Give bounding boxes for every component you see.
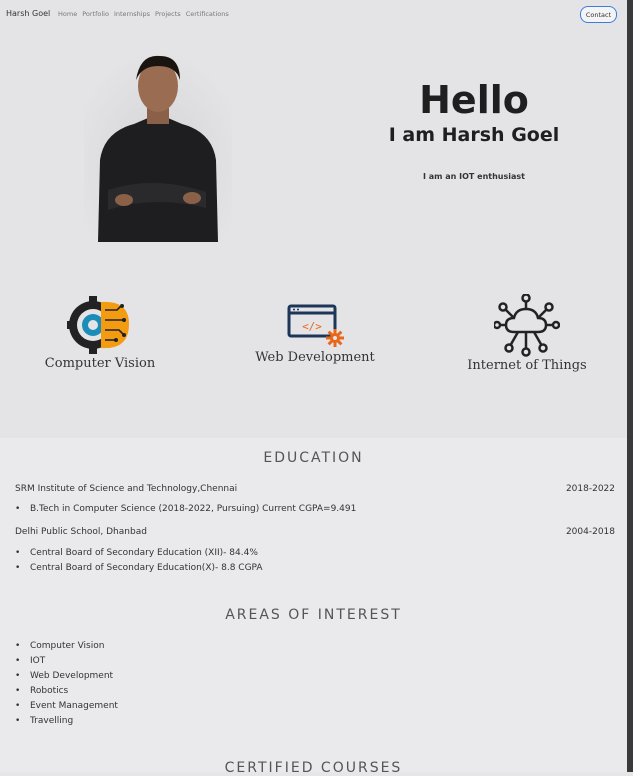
list-item: Event Management [15, 699, 118, 714]
content-section: EDUCATION SRM Institute of Science and T… [0, 438, 627, 776]
list-item: Central Board of Secondary Education(X)-… [15, 561, 263, 576]
skill-web-development: </> Web Development [248, 300, 382, 365]
computer-vision-icon [67, 296, 129, 354]
hero-section: Hello I am Harsh Goel I am an IOT enthus… [0, 28, 627, 438]
list-item: Central Board of Secondary Education (XI… [15, 546, 263, 561]
education-entry: SRM Institute of Science and Technology,… [15, 484, 615, 494]
education-years: 2018-2022 [565, 484, 615, 494]
list-item: Computer Vision [15, 639, 118, 654]
nav-projects[interactable]: Projects [155, 10, 181, 18]
skill-label: Web Development [255, 350, 375, 365]
svg-text:</>: </> [302, 320, 322, 333]
nav-home[interactable]: Home [58, 10, 77, 18]
iot-cloud-icon [494, 294, 560, 357]
education-years: 2004-2018 [565, 527, 615, 537]
hero-name: I am Harsh Goel [388, 124, 560, 146]
contact-button[interactable]: Contact [580, 6, 617, 23]
skill-computer-vision: Computer Vision [40, 294, 160, 371]
list-item: B.Tech in Computer Science (2018-2022, P… [15, 502, 356, 517]
profile-photo [84, 50, 232, 242]
list-item: IOT [15, 654, 118, 669]
skill-iot: Internet of Things [462, 294, 592, 373]
nav-certifications[interactable]: Certifications [186, 10, 229, 18]
education-title: EDUCATION [263, 450, 364, 466]
education-entry: Delhi Public School, Dhanbad 2004-2018 [15, 527, 615, 537]
list-item: Travelling [15, 714, 118, 729]
brand-link[interactable]: Harsh Goel [6, 9, 50, 18]
nav-portfolio[interactable]: Portfolio [82, 10, 109, 18]
education-details: Central Board of Secondary Education (XI… [15, 546, 263, 576]
hero-tagline: I am an IOT enthusiast [422, 172, 525, 181]
hero-greeting: Hello [419, 78, 529, 122]
interests-list: Computer Vision IOT Web Development Robo… [15, 639, 118, 729]
skill-label: Computer Vision [44, 356, 156, 371]
school-name: Delhi Public School, Dhanbad [15, 527, 147, 537]
nav-links: Home Portfolio Internships Projects Cert… [58, 10, 229, 18]
list-item: Robotics [15, 684, 118, 699]
school-name: SRM Institute of Science and Technology,… [15, 484, 238, 494]
skill-label: Internet of Things [467, 358, 587, 373]
scrollbar[interactable] [627, 0, 633, 772]
web-development-icon: </> [287, 304, 344, 347]
education-details: B.Tech in Computer Science (2018-2022, P… [15, 502, 356, 517]
navbar: Harsh Goel Home Portfolio Internships Pr… [0, 0, 627, 28]
interests-title: AREAS OF INTEREST [225, 607, 402, 623]
nav-internships[interactable]: Internships [114, 10, 150, 18]
list-item: Web Development [15, 669, 118, 684]
courses-title: CERTIFIED COURSES [224, 760, 403, 776]
